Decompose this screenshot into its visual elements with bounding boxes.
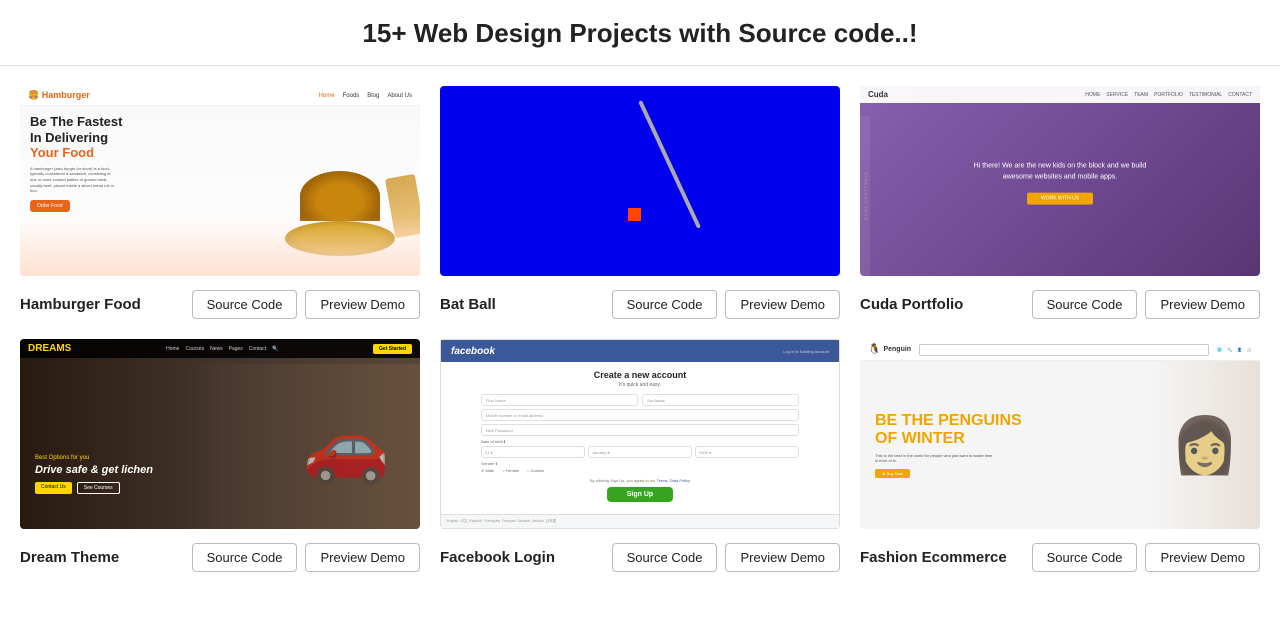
card-cuda-portfolio: Cuda HOMESERVICETEAMPORTFOLIOTESTIMONIAL… xyxy=(850,76,1270,329)
card-footer-hamburger: Hamburger Food Source Code Preview Demo xyxy=(20,290,420,319)
preview-demo-button-fashion[interactable]: Preview Demo xyxy=(1145,543,1260,572)
source-code-button-cuda[interactable]: Source Code xyxy=(1032,290,1138,319)
source-code-button-hamburger[interactable]: Source Code xyxy=(192,290,298,319)
card-title-facebook: Facebook Login xyxy=(440,549,604,566)
card-footer-facebook: Facebook Login Source Code Preview Demo xyxy=(440,543,840,572)
card-image-batball xyxy=(440,86,840,276)
source-code-button-batball[interactable]: Source Code xyxy=(612,290,718,319)
card-facebook-login: facebook Log in to Existing Account Crea… xyxy=(430,329,850,582)
source-code-button-fashion[interactable]: Source Code xyxy=(1032,543,1138,572)
preview-demo-button-hamburger[interactable]: Preview Demo xyxy=(305,290,420,319)
card-image-dream: DREAMS HomeCoursesNewsPagesContact 🔍 Get… xyxy=(20,339,420,529)
card-footer-fashion: Fashion Ecommerce Source Code Preview De… xyxy=(860,543,1260,572)
source-code-button-facebook[interactable]: Source Code xyxy=(612,543,718,572)
page-title: 15+ Web Design Projects with Source code… xyxy=(0,0,1280,66)
preview-demo-button-batball[interactable]: Preview Demo xyxy=(725,290,840,319)
card-image-hamburger: 🍔 Hamburger HomeFoodsBlogAbout Us Be The… xyxy=(20,86,420,276)
card-footer-dream: Dream Theme Source Code Preview Demo xyxy=(20,543,420,572)
card-fashion-ecommerce: 🐧 Penguin 🌐🔍👤🛒 BE THE PENGUINSOF WINTER … xyxy=(850,329,1270,582)
card-footer-batball: Bat Ball Source Code Preview Demo xyxy=(440,290,840,319)
card-image-cuda: Cuda HOMESERVICETEAMPORTFOLIOTESTIMONIAL… xyxy=(860,86,1260,276)
card-title-cuda: Cuda Portfolio xyxy=(860,296,1024,313)
card-title-dream: Dream Theme xyxy=(20,549,184,566)
preview-demo-button-dream[interactable]: Preview Demo xyxy=(305,543,420,572)
card-bat-ball: Bat Ball Source Code Preview Demo xyxy=(430,76,850,329)
card-title-fashion: Fashion Ecommerce xyxy=(860,549,1024,566)
card-image-facebook: facebook Log in to Existing Account Crea… xyxy=(440,339,840,529)
preview-demo-button-cuda[interactable]: Preview Demo xyxy=(1145,290,1260,319)
preview-demo-button-facebook[interactable]: Preview Demo xyxy=(725,543,840,572)
card-hamburger-food: 🍔 Hamburger HomeFoodsBlogAbout Us Be The… xyxy=(10,76,430,329)
card-footer-cuda: Cuda Portfolio Source Code Preview Demo xyxy=(860,290,1260,319)
card-title-hamburger: Hamburger Food xyxy=(20,296,184,313)
card-title-batball: Bat Ball xyxy=(440,296,604,313)
card-dream-theme: DREAMS HomeCoursesNewsPagesContact 🔍 Get… xyxy=(10,329,430,582)
card-image-fashion: 🐧 Penguin 🌐🔍👤🛒 BE THE PENGUINSOF WINTER … xyxy=(860,339,1260,529)
projects-grid: 🍔 Hamburger HomeFoodsBlogAbout Us Be The… xyxy=(0,66,1280,592)
source-code-button-dream[interactable]: Source Code xyxy=(192,543,298,572)
